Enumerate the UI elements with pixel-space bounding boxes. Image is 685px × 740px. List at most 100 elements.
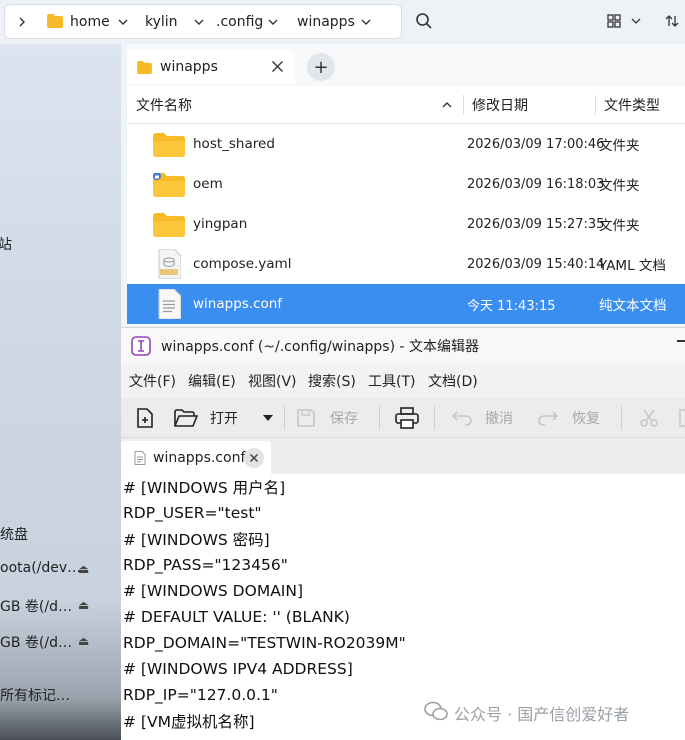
save-button-label[interactable]: 保存	[330, 398, 358, 438]
chevron-down-icon[interactable]	[117, 5, 129, 38]
chevron-right-icon[interactable]	[17, 5, 27, 38]
text-line[interactable]: # DEFAULT VALUE: '' (BLANK)	[123, 604, 350, 630]
file-name: oem	[193, 176, 223, 192]
sort-up-icon[interactable]	[441, 86, 453, 124]
menu-search[interactable]: 搜索(S)	[308, 364, 356, 398]
editor-tab-bar: winapps.conf	[121, 438, 685, 474]
text-line[interactable]: RDP_PASS="123456"	[123, 552, 288, 578]
cut-icon[interactable]	[639, 398, 659, 438]
text-file-icon	[134, 451, 146, 469]
file-type: 文件夹	[599, 218, 640, 234]
breadcrumb-config[interactable]: .config	[216, 5, 263, 38]
file-type: 文件夹	[599, 178, 640, 194]
tab-label: winapps.conf	[153, 449, 246, 466]
file-type: 纯文本文档	[599, 298, 667, 314]
file-date: 2026/03/09 16:18:03	[467, 176, 605, 192]
open-dropdown-icon[interactable]	[262, 398, 274, 438]
breadcrumb[interactable]: home kylin .config winapps	[4, 4, 402, 39]
undo-icon[interactable]	[451, 398, 473, 438]
tab-winapps[interactable]: winapps	[127, 50, 295, 84]
text-line[interactable]: # [WINDOWS IPV4 ADDRESS]	[123, 656, 353, 682]
print-icon[interactable]	[395, 398, 419, 438]
text-editor-app-icon	[131, 336, 151, 360]
menu-tools[interactable]: 工具(T)	[368, 364, 415, 398]
open-button-label[interactable]: 打开	[210, 398, 238, 438]
folder-icon	[137, 61, 152, 78]
breadcrumb-home[interactable]: home	[70, 5, 110, 38]
yaml-file-icon	[158, 249, 181, 279]
chevron-down-icon[interactable]	[267, 5, 279, 38]
file-row[interactable]: compose.yaml 2026/03/09 15:40:14 YAML 文档	[127, 244, 685, 284]
sidebar-item-label[interactable]: GB 卷(/d…	[0, 632, 72, 652]
eject-icon[interactable]: ⏏	[78, 634, 89, 648]
text-line[interactable]: RDP_IP="127.0.0.1"	[123, 682, 278, 708]
menu-file[interactable]: 文件(F)	[129, 364, 176, 398]
file-row[interactable]: yingpan 2026/03/09 15:27:35 文件夹	[127, 204, 685, 244]
text-line[interactable]: # [WINDOWS DOMAIN]	[123, 578, 303, 604]
text-line[interactable]: # [VM虚拟机名称]	[123, 708, 255, 734]
editor-titlebar[interactable]: winapps.conf (~/.config/winapps) - 文本编辑器	[121, 328, 685, 364]
redo-button-label[interactable]: 恢复	[572, 398, 600, 438]
file-type: YAML 文档	[599, 258, 666, 274]
sort-icon[interactable]	[661, 10, 683, 32]
column-divider[interactable]	[595, 95, 596, 115]
tab-winapps-conf[interactable]: winapps.conf	[121, 441, 271, 474]
open-folder-icon[interactable]	[174, 398, 198, 438]
search-icon[interactable]	[413, 10, 435, 32]
text-line[interactable]: # [WINDOWS 用户名]	[123, 474, 285, 500]
toolbar-divider	[379, 406, 380, 430]
view-mode-icon[interactable]	[603, 10, 625, 32]
file-manager: winapps + 文件名称 修改日期 文件类型 host_shared 202…	[127, 44, 685, 326]
column-name[interactable]: 文件名称	[136, 86, 192, 124]
eject-icon[interactable]: ⏏	[78, 598, 89, 612]
save-icon[interactable]	[296, 398, 316, 438]
column-type[interactable]: 文件类型	[604, 86, 660, 124]
menu-document[interactable]: 文档(D)	[428, 364, 478, 398]
chevron-down-icon[interactable]	[360, 5, 372, 38]
sidebar-item-label[interactable]: 站	[0, 234, 12, 254]
toolbar-divider	[284, 406, 285, 430]
file-date: 2026/03/09 15:27:35	[467, 216, 605, 232]
window-title: winapps.conf (~/.config/winapps) - 文本编辑器	[161, 339, 480, 355]
column-divider[interactable]	[463, 95, 464, 115]
breadcrumb-kylin[interactable]: kylin	[145, 5, 178, 38]
file-date: 2026/03/09 17:00:46	[467, 136, 605, 152]
file-type: 文件夹	[599, 138, 640, 154]
eject-icon[interactable]: ⏏	[78, 562, 89, 576]
plus-icon: +	[313, 56, 329, 78]
file-row-selected[interactable]: winapps.conf 今天 11:43:15 纯文本文档	[127, 284, 685, 324]
menu-bar: 文件(F) 编辑(E) 视图(V) 搜索(S) 工具(T) 文档(D)	[121, 364, 685, 398]
text-line[interactable]: RDP_USER="test"	[123, 500, 262, 526]
new-file-icon[interactable]	[135, 398, 155, 438]
redo-icon[interactable]	[537, 398, 559, 438]
close-icon[interactable]	[271, 60, 284, 77]
sidebar-item-label[interactable]: 所有标记…	[0, 685, 70, 705]
file-name: host_shared	[193, 136, 275, 152]
file-row[interactable]: oem 2026/03/09 16:18:03 文件夹	[127, 164, 685, 204]
sidebar-item-label[interactable]: 统盘	[0, 524, 28, 544]
text-line[interactable]: RDP_DOMAIN="TESTWIN-RO2039M"	[123, 630, 406, 656]
file-date: 今天 11:43:15	[467, 298, 556, 314]
menu-view[interactable]: 视图(V)	[248, 364, 297, 398]
menu-edit[interactable]: 编辑(E)	[188, 364, 236, 398]
file-name: compose.yaml	[193, 256, 292, 272]
file-date: 2026/03/09 15:40:14	[467, 256, 605, 272]
folder-icon	[153, 213, 185, 237]
folder-icon	[153, 133, 185, 157]
editor-toolbar: 打开 保存 撤消 恢复	[121, 398, 685, 438]
sidebar-item-label[interactable]: oota(/dev…	[0, 560, 81, 576]
chevron-down-icon[interactable]	[193, 5, 205, 38]
file-row[interactable]: host_shared 2026/03/09 17:00:46 文件夹	[127, 124, 685, 164]
sidebar-item-label[interactable]: GB 卷(/d…	[0, 596, 72, 616]
breadcrumb-winapps[interactable]: winapps	[297, 5, 355, 38]
minimize-icon[interactable]	[677, 340, 685, 342]
close-tab-icon[interactable]	[244, 448, 264, 468]
file-name: yingpan	[193, 216, 248, 232]
new-tab-button[interactable]: +	[307, 53, 335, 81]
column-header: 文件名称 修改日期 文件类型	[127, 86, 685, 124]
column-date[interactable]: 修改日期	[472, 86, 528, 124]
copy-icon[interactable]	[679, 398, 685, 438]
chevron-down-icon[interactable]	[625, 10, 647, 32]
undo-button-label[interactable]: 撤消	[485, 398, 513, 438]
text-line[interactable]: # [WINDOWS 密码]	[123, 526, 270, 552]
